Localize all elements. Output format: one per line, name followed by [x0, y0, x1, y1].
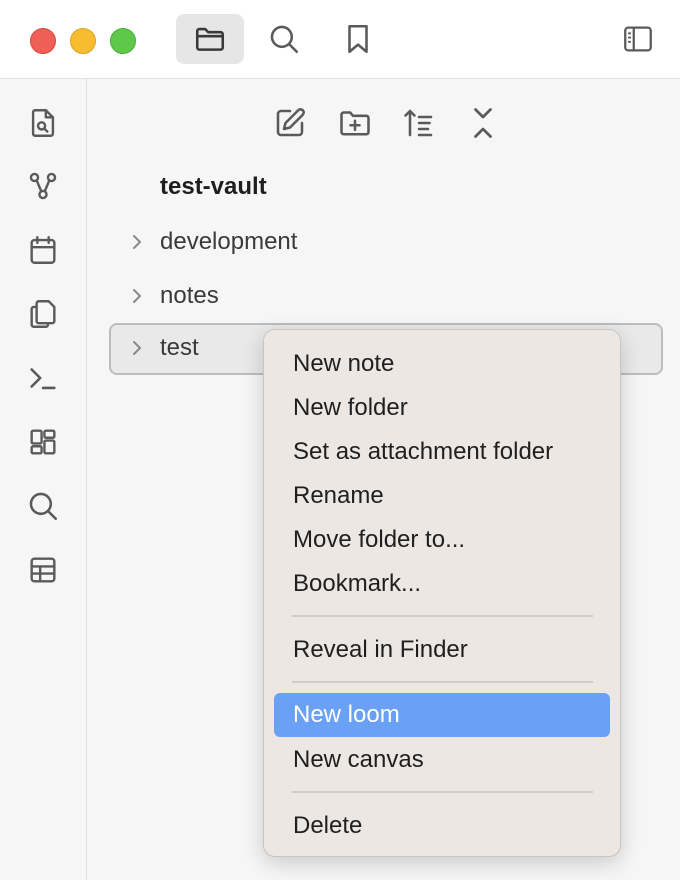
- sort-button[interactable]: [397, 101, 441, 145]
- tree-item-label: test: [160, 334, 199, 361]
- sort-icon: [404, 109, 433, 137]
- new-note-icon: [276, 108, 305, 137]
- menu-item-label: New canvas: [293, 746, 424, 773]
- menu-item-label: Move folder to...: [293, 526, 466, 553]
- menu-item-label: New loom: [293, 701, 400, 728]
- bookmarks-tab-button[interactable]: [324, 14, 392, 64]
- search-tab-button[interactable]: [250, 14, 318, 64]
- tree-item-label: notes: [160, 282, 219, 309]
- ribbon-file-search[interactable]: [23, 103, 63, 143]
- ribbon-dashboard[interactable]: [23, 422, 63, 462]
- close-window-button[interactable]: [30, 28, 56, 54]
- folder-icon: [195, 27, 225, 51]
- toggle-sidebar-button[interactable]: [605, 14, 671, 64]
- file-search-icon: [31, 109, 55, 137]
- ribbon-graph[interactable]: [23, 166, 63, 206]
- menu-item-new-folder[interactable]: New folder: [274, 386, 610, 430]
- tree-item-notes[interactable]: notes: [109, 271, 663, 323]
- menu-item-label: New folder: [293, 394, 408, 421]
- menu-separator: [292, 615, 593, 617]
- vault-name[interactable]: test-vault: [160, 173, 267, 201]
- menu-item-set-attachment-folder[interactable]: Set as attachment folder: [274, 430, 610, 474]
- menu-item-label: New note: [293, 350, 395, 377]
- menu-item-label: Bookmark...: [293, 570, 422, 597]
- left-ribbon: [0, 79, 87, 880]
- new-folder-icon: [340, 111, 370, 136]
- tree-item-development[interactable]: development: [109, 217, 663, 269]
- menu-item-label: Rename: [293, 482, 384, 509]
- menu-item-label: Set as attachment folder: [293, 438, 554, 465]
- chevron-right-icon[interactable]: [127, 231, 147, 253]
- menu-item-delete[interactable]: Delete: [274, 804, 610, 848]
- chevron-right-icon[interactable]: [127, 285, 147, 307]
- new-folder-button[interactable]: [333, 101, 377, 145]
- copy-icon: [30, 300, 56, 328]
- menu-item-bookmark[interactable]: Bookmark...: [274, 562, 610, 606]
- maximize-window-button[interactable]: [110, 28, 136, 54]
- new-note-button[interactable]: [268, 101, 312, 145]
- collapse-all-button[interactable]: [461, 101, 505, 145]
- files-tab-button[interactable]: [176, 14, 244, 64]
- menu-item-new-canvas[interactable]: New canvas: [274, 738, 610, 782]
- menu-item-label: Reveal in Finder: [293, 636, 468, 663]
- ribbon-calendar[interactable]: [23, 230, 63, 270]
- table-icon: [30, 557, 56, 583]
- minimize-window-button[interactable]: [70, 28, 96, 54]
- menu-item-move-folder[interactable]: Move folder to...: [274, 518, 610, 562]
- calendar-icon: [30, 236, 56, 264]
- ribbon-search[interactable]: [23, 486, 63, 526]
- menu-item-label: Delete: [293, 812, 363, 839]
- terminal-icon: [30, 368, 56, 390]
- menu-item-reveal-in-finder[interactable]: Reveal in Finder: [274, 628, 610, 672]
- ribbon-terminal[interactable]: [23, 358, 63, 398]
- search-icon: [270, 25, 299, 54]
- tree-item-label: development: [160, 228, 298, 255]
- context-menu: New note New folder Set as attachment fo…: [263, 329, 621, 857]
- graph-icon: [29, 172, 57, 200]
- window-titlebar: [0, 0, 680, 79]
- collapse-icon: [474, 108, 492, 138]
- chevron-right-icon[interactable]: [127, 337, 147, 359]
- menu-separator: [292, 791, 593, 793]
- menu-item-rename[interactable]: Rename: [274, 474, 610, 518]
- search-icon: [29, 492, 58, 521]
- bookmark-icon: [348, 24, 368, 54]
- menu-separator: [292, 681, 593, 683]
- menu-item-new-note[interactable]: New note: [274, 342, 610, 386]
- menu-item-new-loom[interactable]: New loom: [274, 693, 610, 737]
- sidebar-toggle-icon: [624, 26, 652, 52]
- ribbon-copy[interactable]: [23, 294, 63, 334]
- dashboard-icon: [30, 429, 56, 455]
- ribbon-table[interactable]: [23, 550, 63, 590]
